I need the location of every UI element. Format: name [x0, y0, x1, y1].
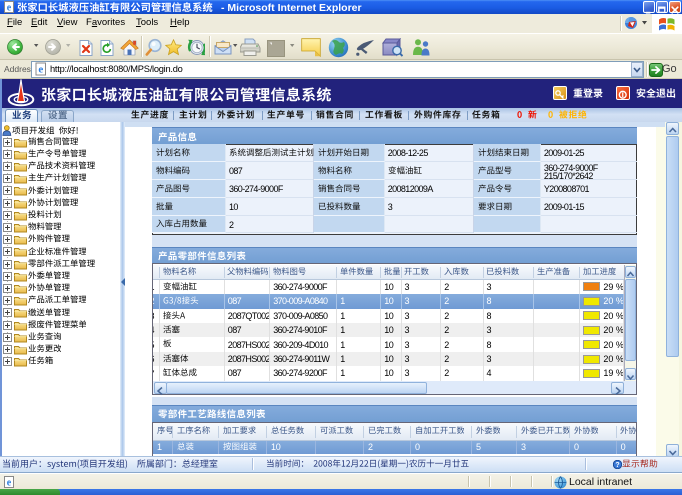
svg-text:?: ? — [615, 462, 619, 469]
svg-text:e: e — [38, 64, 43, 76]
svg-text:e: e — [7, 478, 12, 489]
svg-text:e: e — [7, 3, 12, 14]
